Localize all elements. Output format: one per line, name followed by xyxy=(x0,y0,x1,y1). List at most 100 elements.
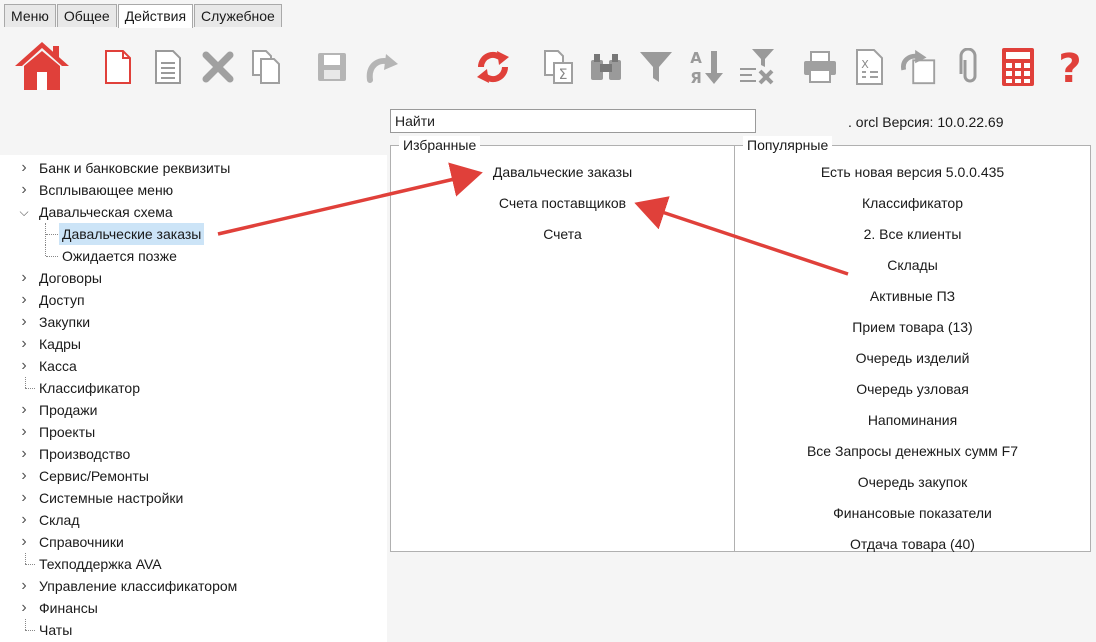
popular-link[interactable]: Прием товара (13) xyxy=(735,317,1090,348)
sum-icon[interactable]: Σ xyxy=(538,44,578,90)
tree-item[interactable]: › Сервис/Ремонты xyxy=(0,465,387,487)
chevron-right-icon[interactable]: › xyxy=(19,575,29,597)
chevron-right-icon[interactable]: › xyxy=(19,355,29,377)
tree-item-label: Договоры xyxy=(39,270,102,286)
tree-item-label: Производство xyxy=(39,446,131,462)
chevron-right-icon[interactable]: › xyxy=(19,333,29,355)
chevron-right-icon[interactable]: › xyxy=(19,311,29,333)
tree-item-label: Давальческие заказы xyxy=(59,223,205,245)
popular-link[interactable]: Очередь изделий xyxy=(735,348,1090,379)
chevron-right-icon[interactable]: › xyxy=(19,465,29,487)
popular-link[interactable]: 2. Все клиенты xyxy=(735,224,1090,255)
popular-link[interactable]: Все Запросы денежных сумм F7 xyxy=(735,441,1090,472)
document-icon[interactable] xyxy=(148,44,188,90)
tree-item-label: Продажи xyxy=(39,402,98,418)
tree-item[interactable]: Чаты xyxy=(0,619,387,641)
tree-item-label: Управление классификатором xyxy=(39,578,238,594)
delete-icon[interactable] xyxy=(198,44,238,90)
tree-item[interactable]: › Касса xyxy=(0,355,387,377)
save-icon[interactable] xyxy=(312,44,352,90)
tree-item-label: Проекты xyxy=(39,424,96,440)
tree-connector xyxy=(45,245,46,256)
tree-item[interactable]: › Системные настройки xyxy=(0,487,387,509)
print-icon[interactable] xyxy=(800,44,840,90)
favorite-link[interactable]: Давальческие заказы xyxy=(391,162,734,193)
chevron-right-icon[interactable]: › xyxy=(19,157,29,179)
chevron-right-icon[interactable]: › xyxy=(19,531,29,553)
tree-item[interactable]: Давальческие заказы xyxy=(0,223,387,245)
chevron-right-icon[interactable]: › xyxy=(19,597,29,619)
popular-panel: Популярные Есть новая версия 5.0.0.435 Кл… xyxy=(734,136,1091,552)
tree-item[interactable]: › Склад xyxy=(0,509,387,531)
filter-icon[interactable] xyxy=(636,44,676,90)
tree-item-label: Ожидается позже xyxy=(62,248,177,264)
tree-item-label: Давальческая схема xyxy=(39,204,173,220)
tree-item[interactable]: › Доступ xyxy=(0,289,387,311)
chevron-down-icon[interactable]: ⌵ xyxy=(19,201,29,223)
search-input[interactable] xyxy=(390,109,756,133)
tree-item[interactable]: Классификатор xyxy=(0,377,387,399)
tree-item[interactable]: › Закупки xyxy=(0,311,387,333)
svg-text:?: ? xyxy=(1058,46,1081,88)
popular-link[interactable]: Очередь закупок xyxy=(735,472,1090,503)
find-icon[interactable] xyxy=(586,44,626,90)
popular-link[interactable]: Отдача товара (40) xyxy=(735,534,1090,565)
help-icon[interactable]: ? xyxy=(1050,44,1090,90)
popular-link[interactable]: Напоминания xyxy=(735,410,1090,441)
chevron-right-icon[interactable]: › xyxy=(19,487,29,509)
chevron-right-icon[interactable]: › xyxy=(19,179,29,201)
new-document-icon[interactable] xyxy=(98,44,138,90)
tree-item[interactable]: › Финансы xyxy=(0,597,387,619)
chevron-right-icon[interactable]: › xyxy=(19,289,29,311)
tree-item-label: Банк и банковские реквизиты xyxy=(39,160,231,176)
tree-item[interactable]: ⌵ Давальческая схема xyxy=(0,201,387,223)
undo-icon[interactable] xyxy=(360,44,400,90)
toolbar: Σ АЯ X ? xyxy=(0,30,1096,102)
version-label: . orcl Версия: 10.0.22.69 xyxy=(848,114,1004,130)
chevron-right-icon[interactable]: › xyxy=(19,421,29,443)
tree-item[interactable]: › Проекты xyxy=(0,421,387,443)
tree-item-label: Сервис/Ремонты xyxy=(39,468,149,484)
copy-icon[interactable] xyxy=(246,44,286,90)
favorites-title: Избранные xyxy=(399,136,481,154)
svg-text:А: А xyxy=(690,49,702,67)
popular-link[interactable]: Активные ПЗ xyxy=(735,286,1090,317)
tab-general[interactable]: Общее xyxy=(56,4,117,27)
favorite-link[interactable]: Счета xyxy=(391,224,734,255)
tree-item-label: Чаты xyxy=(39,622,73,638)
popular-link[interactable]: Есть новая версия 5.0.0.435 xyxy=(735,162,1090,193)
tree-item[interactable]: Техподдержка AVA xyxy=(0,553,387,575)
tree-item[interactable]: › Продажи xyxy=(0,399,387,421)
popular-link[interactable]: Классификатор xyxy=(735,193,1090,224)
tree-connector xyxy=(25,377,26,388)
popular-link[interactable]: Склады xyxy=(735,255,1090,286)
favorites-list: Давальческие заказы Счета поставщиков Счет… xyxy=(391,162,734,255)
chevron-right-icon[interactable]: › xyxy=(19,399,29,421)
favorite-link[interactable]: Счета поставщиков xyxy=(391,193,734,224)
tab-service[interactable]: Служебное xyxy=(194,4,282,27)
tree-item[interactable]: › Производство xyxy=(0,443,387,465)
popular-link[interactable]: Финансовые показатели xyxy=(735,503,1090,534)
export-excel-icon[interactable]: X xyxy=(850,44,890,90)
calculator-icon[interactable] xyxy=(998,44,1038,90)
refresh-icon[interactable] xyxy=(473,44,513,90)
tree-item-label: Техподдержка AVA xyxy=(39,556,162,572)
tab-actions[interactable]: Действия xyxy=(117,4,194,28)
popular-link[interactable]: Очередь узловая xyxy=(735,379,1090,410)
attach-icon[interactable] xyxy=(950,44,990,90)
sort-icon[interactable]: АЯ xyxy=(686,44,726,90)
tree-item[interactable]: › Управление классификатором xyxy=(0,575,387,597)
chevron-right-icon[interactable]: › xyxy=(19,509,29,531)
tree-item[interactable]: Ожидается позже xyxy=(0,245,387,267)
chevron-right-icon[interactable]: › xyxy=(19,267,29,289)
tree-item[interactable]: › Договоры xyxy=(0,267,387,289)
home-icon[interactable] xyxy=(12,36,72,96)
tree-item[interactable]: › Всплывающее меню xyxy=(0,179,387,201)
tree-item[interactable]: › Кадры xyxy=(0,333,387,355)
redo-icon[interactable] xyxy=(898,44,938,90)
clear-filter-icon[interactable] xyxy=(736,44,776,90)
tree-item[interactable]: › Справочники xyxy=(0,531,387,553)
tab-menu[interactable]: Меню xyxy=(4,4,56,27)
chevron-right-icon[interactable]: › xyxy=(19,443,29,465)
tree-item[interactable]: › Банк и банковские реквизиты xyxy=(0,157,387,179)
